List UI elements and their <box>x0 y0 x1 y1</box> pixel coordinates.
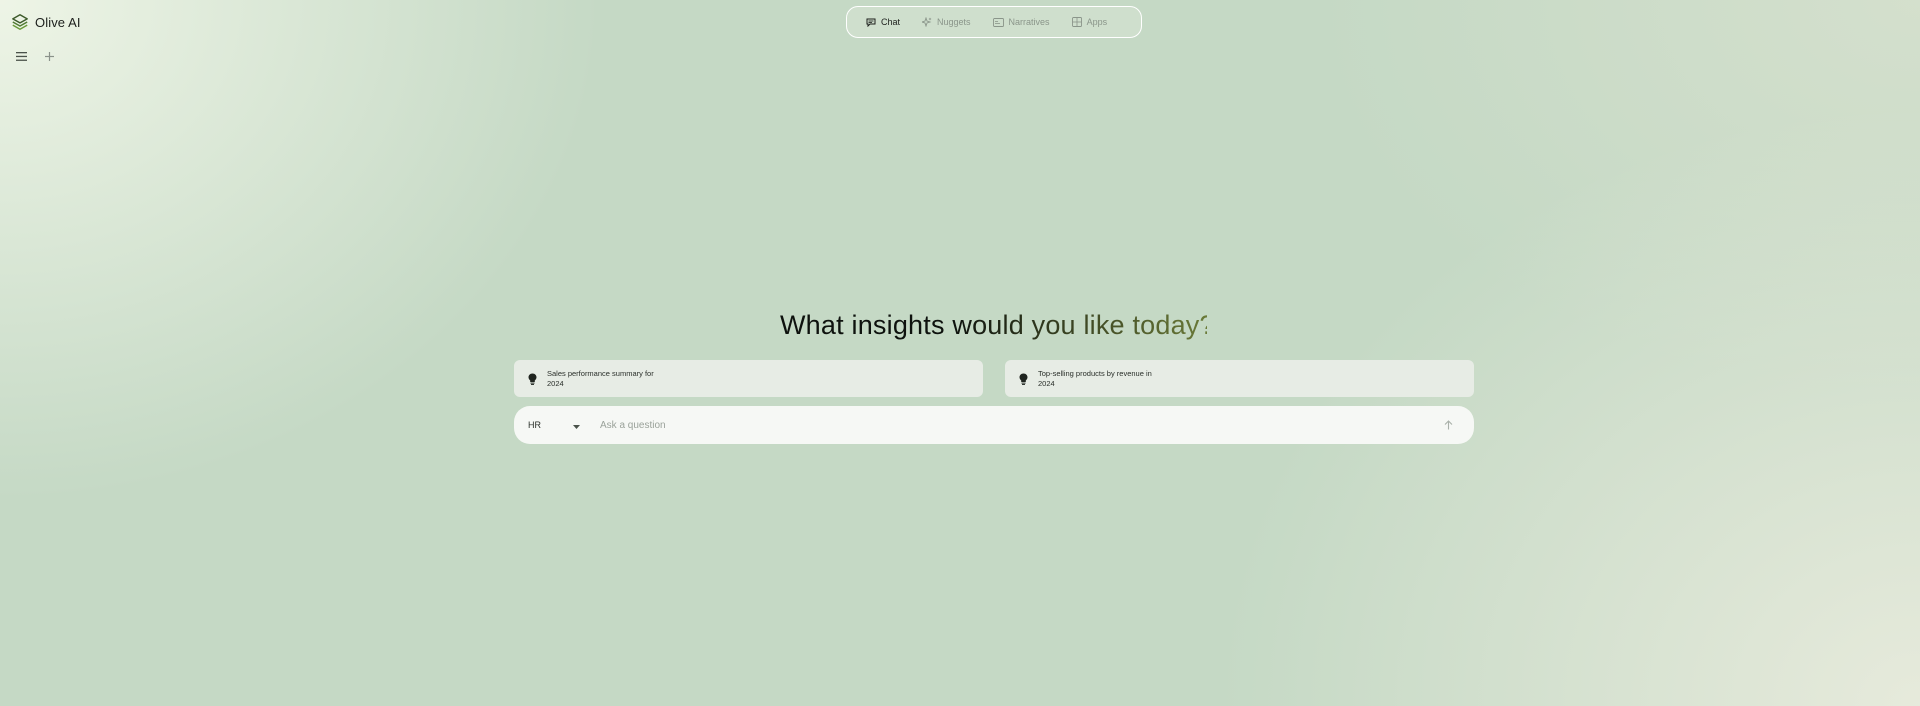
send-button[interactable] <box>1436 413 1460 437</box>
app-name: Olive AI <box>35 14 81 30</box>
lightbulb-icon <box>1019 373 1028 385</box>
menu-button[interactable] <box>11 47 31 65</box>
tab-chat[interactable]: Chat <box>855 12 911 32</box>
tab-apps[interactable]: Apps <box>1061 12 1119 32</box>
sidebar-controls <box>11 47 59 65</box>
caret-down-icon <box>573 416 580 434</box>
app-logo[interactable]: Olive AI <box>11 13 81 31</box>
page-headline: What insights would you like today? <box>780 310 1215 340</box>
new-chat-button[interactable] <box>39 47 59 65</box>
tab-apps-label: Apps <box>1086 17 1108 27</box>
apps-icon <box>1071 17 1082 27</box>
tab-narratives[interactable]: Narratives <box>982 12 1061 32</box>
department-select[interactable]: HR <box>526 413 590 437</box>
lightbulb-icon <box>528 373 537 385</box>
headline-container: What insights would you like today? <box>780 310 1215 346</box>
arrow-up-icon <box>1444 420 1453 430</box>
card-icon <box>992 17 1004 27</box>
top-navigation: Chat Nuggets Narratives Apps <box>846 6 1142 38</box>
tab-chat-label: Chat <box>881 17 901 27</box>
ask-input[interactable] <box>600 413 1436 437</box>
olive-logo-icon <box>11 13 29 31</box>
tab-nuggets[interactable]: Nuggets <box>911 12 982 32</box>
suggestion-card[interactable]: Top-selling products by revenue in 2024 <box>1005 360 1474 397</box>
plus-icon <box>44 51 54 61</box>
suggestion-text: Sales performance summary for 2024 <box>547 368 654 388</box>
suggestion-text: Top-selling products by revenue in 2024 <box>1038 368 1152 388</box>
ask-bar: HR <box>514 406 1474 444</box>
chat-icon <box>866 18 876 27</box>
tab-nuggets-label: Nuggets <box>937 17 971 27</box>
sparkle-icon <box>922 17 932 27</box>
department-selected: HR <box>528 420 541 430</box>
tab-narratives-label: Narratives <box>1008 17 1050 27</box>
suggestion-card[interactable]: Sales performance summary for 2024 <box>514 360 983 397</box>
hamburger-menu-icon <box>15 51 27 61</box>
